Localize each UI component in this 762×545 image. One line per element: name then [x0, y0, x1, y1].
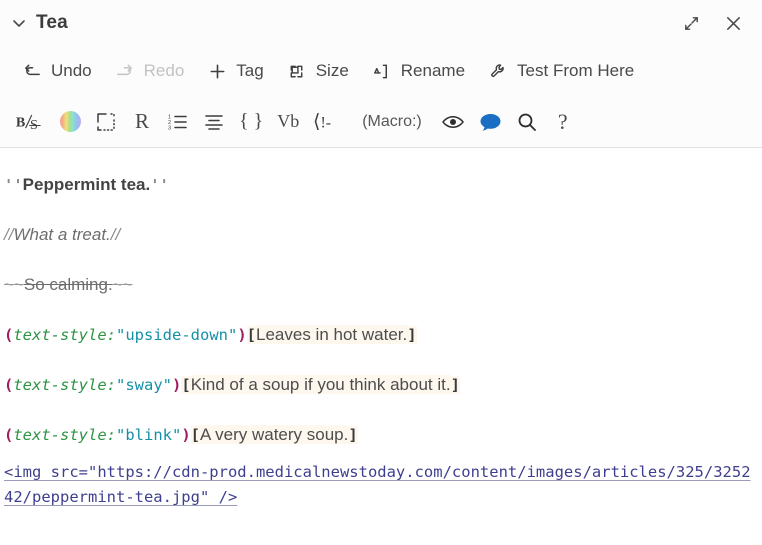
- code-token: ]: [407, 326, 417, 344]
- verbatim-glyph: Vb: [277, 111, 300, 131]
- code-token: ): [172, 376, 182, 394]
- numbered-list-icon[interactable]: 1 2 3: [160, 104, 196, 140]
- curly-braces-icon[interactable]: { }: [232, 104, 270, 140]
- test-from-here-button[interactable]: Test From Here: [476, 54, 645, 88]
- code-token: A very watery soup.: [200, 425, 349, 444]
- code-token: [: [246, 326, 257, 344]
- code-token: ]: [348, 426, 358, 444]
- curly-braces-glyph: { }: [239, 110, 264, 132]
- formatting-toolbar: B S R 1 2 3 {} Vb ⟨ !- (Macro:) ?: [0, 96, 762, 148]
- code-token: What a treat.: [13, 225, 111, 244]
- line-italic[interactable]: //What a treat.//: [2, 210, 752, 260]
- search-icon[interactable]: [509, 104, 545, 140]
- code-token: (: [4, 376, 14, 394]
- titlebar: Tea: [0, 0, 762, 46]
- chevron-down-icon[interactable]: [10, 14, 28, 32]
- rename-icon: [371, 60, 393, 82]
- code-token: '': [4, 176, 23, 194]
- color-wheel-swatch: [59, 111, 81, 132]
- rotated-r-glyph: R: [134, 109, 149, 133]
- plus-icon: [206, 60, 228, 82]
- undo-label: Undo: [51, 61, 92, 80]
- rename-label: Rename: [400, 61, 466, 80]
- redo-label: Redo: [143, 61, 185, 80]
- code-token: <img src="https://cdn-prod.medicalnewsto…: [4, 463, 751, 506]
- dashed-box-icon[interactable]: [88, 104, 124, 140]
- svg-text:3: 3: [168, 125, 171, 131]
- rename-button[interactable]: Rename: [360, 54, 476, 88]
- size-button[interactable]: Size: [275, 54, 360, 88]
- help-glyph: ?: [557, 108, 568, 134]
- code-token: ~~: [112, 275, 133, 294]
- align-center-icon[interactable]: [196, 104, 232, 140]
- code-token: '': [150, 176, 169, 194]
- undo-arrow-icon: [21, 60, 43, 82]
- wrench-icon: [487, 60, 509, 82]
- code-token: text-style:: [13, 376, 116, 394]
- comment-tag-icon[interactable]: ⟨ !-: [306, 104, 350, 140]
- code-token: [: [181, 376, 191, 394]
- editor-menubar: Undo Redo Tag Size Rename Test From Here: [0, 46, 762, 96]
- macro-label: (Macro:): [362, 112, 422, 130]
- line-macro-upside-down[interactable]: (text-style:"upside-down")[Leaves in hot…: [2, 310, 752, 360]
- code-token: "upside-down": [116, 326, 238, 344]
- svg-text:⟨: ⟨: [313, 111, 320, 132]
- code-token: Kind of a soup if you think about it.: [190, 375, 451, 394]
- maximize-icon[interactable]: [676, 8, 706, 38]
- undo-button[interactable]: Undo: [10, 54, 103, 88]
- macro-icon[interactable]: (Macro:): [350, 104, 434, 140]
- code-token: ]: [450, 376, 460, 394]
- eye-preview-icon[interactable]: [434, 104, 472, 140]
- code-token: ): [181, 426, 191, 444]
- close-icon[interactable]: [718, 8, 748, 38]
- add-tag-button[interactable]: Tag: [195, 54, 274, 88]
- code-token: "blink": [116, 426, 182, 444]
- passage-editor-window: Tea Undo Redo Tag Size Rename Test From …: [0, 0, 762, 545]
- code-token: ): [237, 326, 247, 344]
- code-token: "sway": [116, 376, 172, 394]
- line-bold-title[interactable]: ''Peppermint tea.'': [2, 160, 752, 210]
- line-img-tag[interactable]: <img src="https://cdn-prod.medicalnewsto…: [2, 460, 752, 510]
- line-strike[interactable]: ~~So calming.~~: [2, 260, 752, 310]
- bold-strike-style-icon[interactable]: B S: [8, 104, 52, 140]
- verbatim-icon[interactable]: Vb: [270, 104, 306, 140]
- text-color-icon[interactable]: [52, 104, 88, 140]
- passage-text-editor[interactable]: ''Peppermint tea.''//What a treat.//~~So…: [0, 148, 762, 545]
- code-token: [: [190, 426, 201, 444]
- code-token: //: [110, 225, 121, 244]
- code-token: So calming.: [23, 275, 113, 294]
- code-token: (: [4, 426, 14, 444]
- page-title: Tea: [36, 12, 68, 33]
- code-token: text-style:: [13, 326, 116, 344]
- test-from-here-label: Test From Here: [517, 61, 635, 80]
- code-token: Leaves in hot water.: [256, 325, 408, 344]
- line-macro-sway[interactable]: (text-style:"sway")[Kind of a soup if yo…: [2, 360, 752, 410]
- help-icon[interactable]: ?: [545, 104, 581, 140]
- code-token: (: [4, 326, 14, 344]
- svg-text:B: B: [16, 114, 26, 130]
- tag-label: Tag: [236, 61, 264, 80]
- size-label: Size: [315, 61, 349, 80]
- redo-button[interactable]: Redo: [103, 54, 196, 88]
- code-token: ~~: [4, 275, 24, 294]
- rotated-r-icon[interactable]: R: [124, 104, 160, 140]
- redo-arrow-icon: [114, 60, 136, 82]
- svg-text:!-: !-: [321, 114, 332, 131]
- size-box-icon: [286, 60, 308, 82]
- code-token: Peppermint tea.: [22, 175, 151, 194]
- line-macro-blink[interactable]: (text-style:"blink")[A very watery soup.…: [2, 410, 752, 460]
- code-token: text-style:: [13, 426, 116, 444]
- speech-bubble-icon[interactable]: [472, 104, 509, 140]
